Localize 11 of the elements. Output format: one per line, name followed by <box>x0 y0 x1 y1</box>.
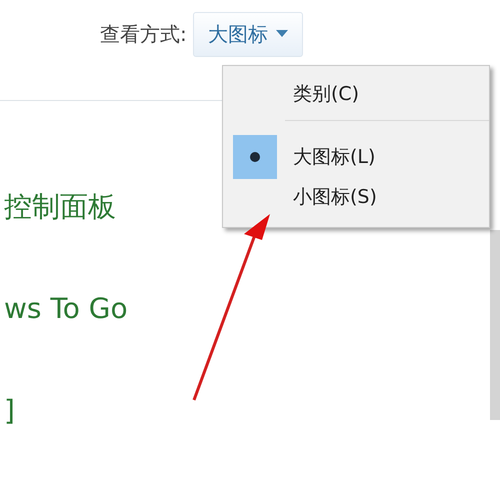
panel-link[interactable]: 控制面板 <box>4 189 116 225</box>
view-dropdown[interactable]: 大图标 <box>192 12 303 56</box>
radio-dot-icon <box>250 152 260 162</box>
panel-link[interactable]: ws To Go <box>4 291 128 327</box>
view-by-label: 查看方式: <box>100 20 187 48</box>
menu-item[interactable]: 小图标(S) <box>223 177 489 217</box>
menu-item[interactable]: 类别(C) <box>223 74 489 114</box>
panel-link[interactable]: ] <box>4 393 15 429</box>
scrollbar[interactable] <box>490 230 500 420</box>
caret-icon <box>276 30 288 38</box>
menu-item[interactable]: 大图标(L) <box>223 137 489 177</box>
